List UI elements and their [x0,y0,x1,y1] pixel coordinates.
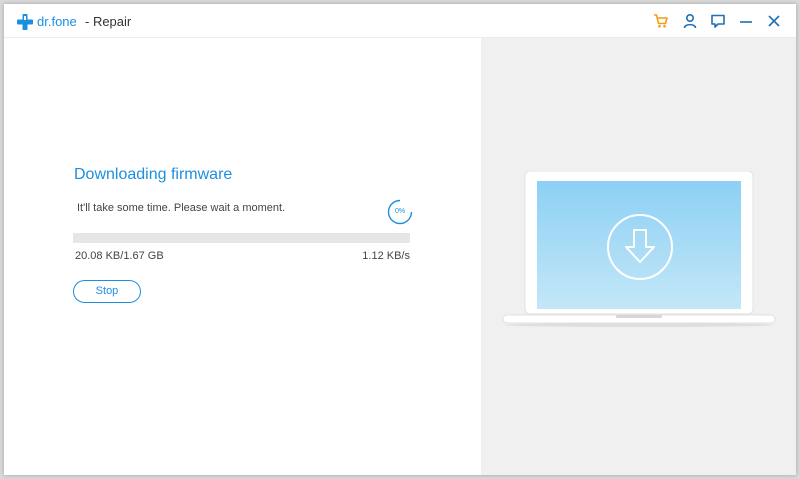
user-icon[interactable] [682,13,698,29]
drfone-logo-icon [17,14,33,30]
download-size: 20.08 KB/1.67 GB [75,250,164,262]
wait-message: It'll take some time. Please wait a mome… [77,202,286,214]
app-title: - Repair [85,14,132,29]
title-bar: dr.fone - Repair [4,4,796,38]
cart-icon[interactable] [653,13,669,29]
progress-bar [73,233,410,243]
progress-percent: 0% [394,208,406,215]
close-icon[interactable] [766,13,782,29]
illustration-panel [481,38,796,475]
page-title: Downloading firmware [74,166,233,183]
feedback-icon[interactable] [710,13,726,29]
brand-name: dr.fone [37,14,77,29]
stop-button[interactable]: Stop [73,280,141,303]
download-panel: Downloading firmware It'll take some tim… [4,38,481,475]
download-arrow-icon [607,214,673,280]
minimize-icon[interactable] [738,13,754,29]
download-speed: 1.12 KB/s [362,250,410,262]
app-window: dr.fone - Repair Downloading firmware It… [4,4,796,475]
